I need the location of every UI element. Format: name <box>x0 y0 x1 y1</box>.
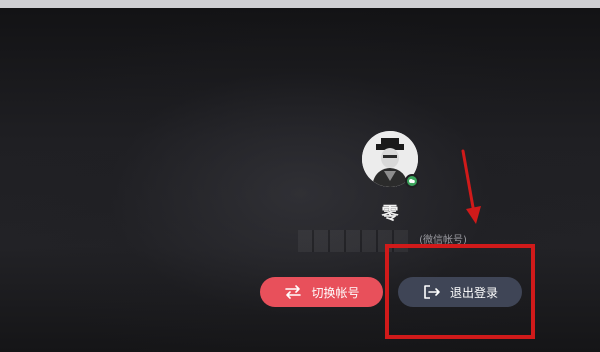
switch-account-button[interactable]: 切换帐号 <box>260 277 383 307</box>
username: 零 <box>381 204 399 224</box>
top-bezel <box>0 0 600 8</box>
red-arrow-icon <box>455 147 485 231</box>
switch-account-label: 切换帐号 <box>311 285 360 300</box>
annotation-highlight-box <box>385 244 535 339</box>
wechat-badge-icon <box>405 174 419 188</box>
swap-arrows-icon <box>283 284 303 300</box>
